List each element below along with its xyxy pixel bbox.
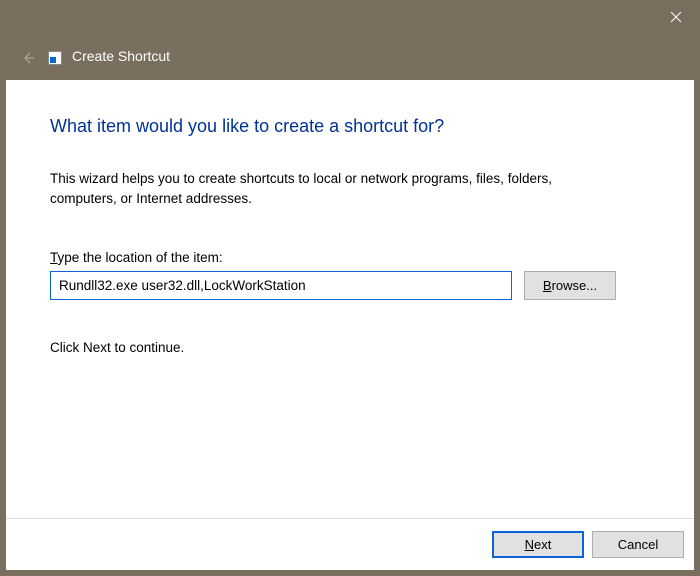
shortcut-icon	[48, 51, 62, 65]
cancel-button[interactable]: Cancel	[592, 531, 684, 558]
client-area: What item would you like to create a sho…	[6, 80, 694, 570]
close-icon	[670, 11, 682, 23]
footer-button-row: Next Cancel	[6, 518, 694, 570]
location-input-label: Type the location of the item:	[50, 250, 650, 265]
location-input[interactable]	[50, 271, 512, 300]
close-button[interactable]	[652, 0, 700, 34]
content-panel: What item would you like to create a sho…	[6, 80, 694, 518]
location-input-row: Browse...	[50, 271, 650, 300]
window-title: Create Shortcut	[72, 48, 170, 64]
browse-button[interactable]: Browse...	[524, 271, 616, 300]
next-button[interactable]: Next	[492, 531, 584, 558]
continue-hint: Click Next to continue.	[50, 340, 650, 355]
wizard-description: This wizard helps you to create shortcut…	[50, 169, 610, 208]
page-heading: What item would you like to create a sho…	[50, 116, 650, 137]
title-bar: Create Shortcut	[0, 0, 700, 80]
back-arrow-icon	[16, 46, 40, 70]
